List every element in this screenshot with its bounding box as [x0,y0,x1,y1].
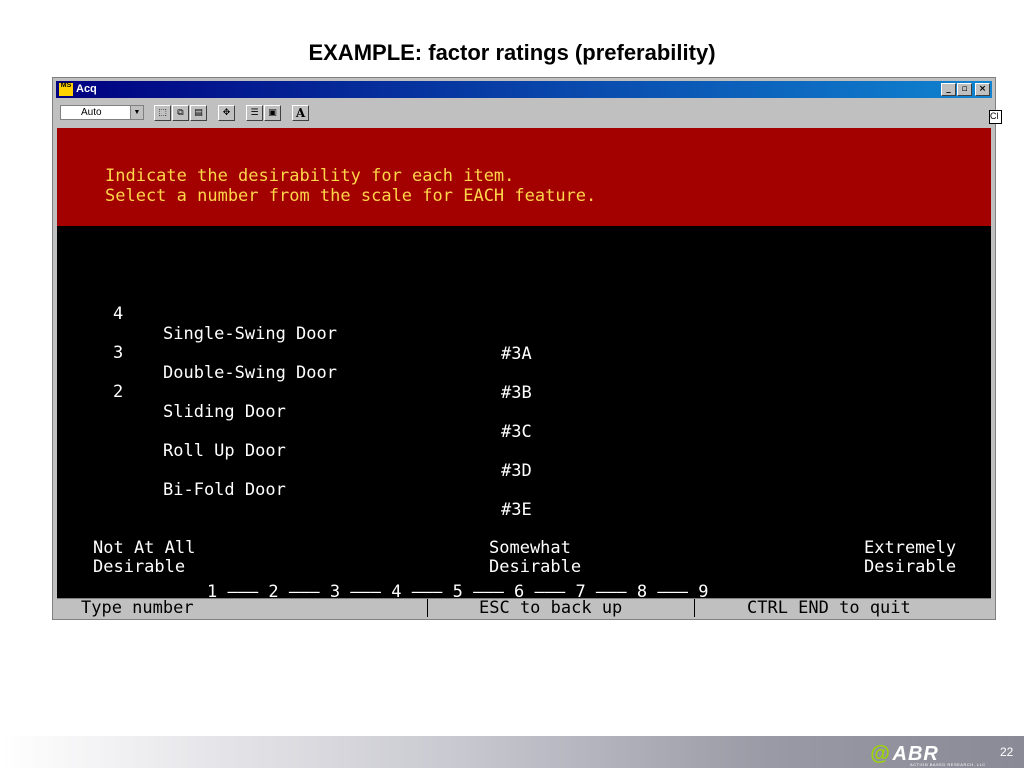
status-type-number: Type number [81,598,194,618]
app-icon[interactable]: MS [59,82,73,96]
logo-subtitle: ACTION BASED RESEARCH, LLC [910,762,986,767]
restore-button[interactable]: ▫ [957,83,972,96]
status-escape-hint: ESC to back up [479,598,623,618]
list-item[interactable]: Bi-Fold Door #3E [57,440,991,520]
chevron-down-icon[interactable]: ▼ [130,106,143,119]
status-bar: Type number ESC to back up CTRL END to q… [57,598,991,618]
window-titlebar[interactable]: MS Acq _ ▫ × [56,81,992,98]
scale-high-label-1: Extremely [864,538,957,558]
scale-mid-label-1: Somewhat [489,538,571,558]
rating-value: 4 [113,304,124,324]
console-screen: Indicate the desirability for each item.… [57,128,991,602]
font-button[interactable]: A [292,105,309,121]
fullscreen-icon[interactable]: ✥ [218,105,235,121]
status-divider [427,599,428,617]
item-code: #3D [501,461,532,481]
scale-mid-label-2: Desirable [489,557,582,577]
close-button[interactable]: × [975,83,990,96]
scale-high-label-2: Desirable [864,557,957,577]
list-item[interactable]: 3 Double-Swing Door #3B [57,323,991,403]
instruction-line-2: Select a number from the scale for EACH … [105,186,597,206]
scale-low-label-2: Desirable [93,557,186,577]
copy-icon[interactable]: ⧉ [172,105,189,121]
minimize-button[interactable]: _ [941,83,956,96]
mark-icon[interactable]: ⬚ [154,105,171,121]
item-code: #3B [501,383,532,403]
window-title: Acq [76,83,97,95]
swoosh-icon: @ [870,743,891,765]
list-item[interactable]: Roll Up Door #3D [57,401,991,481]
list-item[interactable]: 2 Sliding Door #3C [57,362,991,442]
item-code: #3E [501,500,532,520]
item-code: #3A [501,344,532,364]
paste-icon[interactable]: ▤ [190,105,207,121]
status-divider [694,599,695,617]
slide-footer: @ ABR ACTION BASED RESEARCH, LLC 22 [0,736,1024,768]
rating-value: 3 [113,343,124,363]
terminal-window: MS Acq _ ▫ × Auto ▼ ⬚ ⧉ ▤ ✥ ☰ ▣ A Cl Ind… [52,77,1002,620]
scale-low-label-1: Not At All [93,538,196,558]
properties-icon[interactable]: ☰ [246,105,263,121]
slide-title: EXAMPLE: factor ratings (preferability) [308,40,716,65]
font-size-value: Auto [81,107,102,118]
background-icon[interactable]: ▣ [264,105,281,121]
toolbar: Auto ▼ ⬚ ⧉ ▤ ✥ ☰ ▣ A Cl [56,101,1002,125]
item-name: Bi-Fold Door [163,480,286,500]
rating-value: 2 [113,382,124,402]
list-item[interactable]: 4 Single-Swing Door #3A [57,284,991,364]
clipped-label: Cl [989,110,1002,124]
item-code: #3C [501,422,532,442]
status-quit-hint: CTRL END to quit [747,598,911,618]
instruction-line-1: Indicate the desirability for each item. [105,166,515,186]
instruction-banner: Indicate the desirability for each item.… [57,128,991,226]
font-size-select[interactable]: Auto ▼ [60,105,144,120]
page-number: 22 [1000,745,1014,759]
